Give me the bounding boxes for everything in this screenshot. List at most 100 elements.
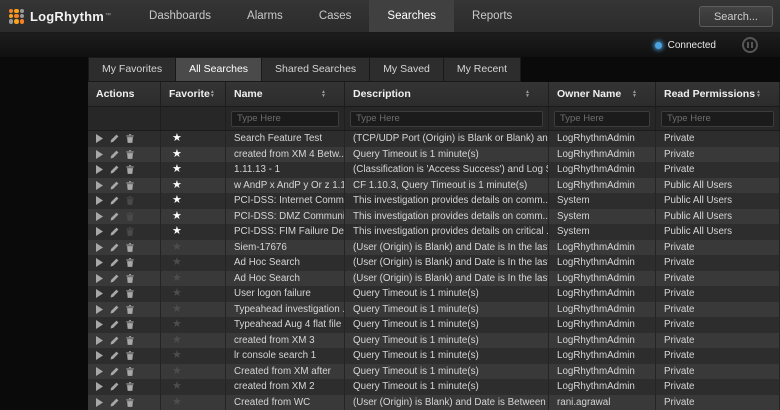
table-row[interactable]: ★ PCI-DSS: Internet Comm... This investi… — [88, 193, 780, 209]
edit-search-icon[interactable] — [110, 351, 119, 360]
favorite-star-icon[interactable]: ★ — [172, 149, 182, 160]
edit-search-icon[interactable] — [110, 289, 119, 298]
nav-item-cases[interactable]: Cases — [301, 0, 370, 32]
favorite-star-icon[interactable]: ★ — [172, 288, 182, 299]
edit-search-icon[interactable] — [110, 367, 119, 376]
run-search-icon[interactable] — [96, 274, 103, 283]
tab-my-saved[interactable]: My Saved — [369, 57, 444, 82]
delete-search-icon[interactable] — [126, 320, 134, 329]
favorite-star-icon[interactable]: ★ — [172, 211, 182, 222]
table-row[interactable]: ★ PCI-DSS: FIM Failure Detail This inves… — [88, 224, 780, 240]
table-row[interactable]: ★ Ad Hoc Search (User (Origin) is Blank)… — [88, 271, 780, 287]
delete-search-icon[interactable] — [126, 398, 134, 407]
edit-search-icon[interactable] — [110, 181, 119, 190]
edit-search-icon[interactable] — [110, 258, 119, 267]
table-row[interactable]: ★ Search Feature Test (TCP/UDP Port (Ori… — [88, 131, 780, 147]
run-search-icon[interactable] — [96, 165, 103, 174]
table-row[interactable]: ★ Siem-17676 (User (Origin) is Blank) an… — [88, 240, 780, 256]
favorite-star-icon[interactable]: ★ — [172, 257, 182, 268]
table-row[interactable]: ★ created from XM 4 Betw... Query Timeou… — [88, 147, 780, 163]
delete-search-icon[interactable] — [126, 289, 134, 298]
tab-my-recent[interactable]: My Recent — [443, 57, 521, 82]
delete-search-icon[interactable] — [126, 196, 134, 205]
run-search-icon[interactable] — [96, 181, 103, 190]
edit-search-icon[interactable] — [110, 305, 119, 314]
filter-input-description[interactable] — [350, 111, 543, 127]
edit-search-icon[interactable] — [110, 196, 119, 205]
table-row[interactable]: ★ created from XM 2 Query Timeout is 1 m… — [88, 379, 780, 395]
nav-item-alarms[interactable]: Alarms — [229, 0, 301, 32]
nav-item-reports[interactable]: Reports — [454, 0, 530, 32]
sort-icon[interactable]: ▲▼ — [525, 90, 530, 99]
nav-item-dashboards[interactable]: Dashboards — [131, 0, 229, 32]
favorite-star-icon[interactable]: ★ — [172, 133, 182, 144]
delete-search-icon[interactable] — [126, 134, 134, 143]
run-search-icon[interactable] — [96, 258, 103, 267]
delete-search-icon[interactable] — [126, 351, 134, 360]
run-search-icon[interactable] — [96, 243, 103, 252]
run-search-icon[interactable] — [96, 367, 103, 376]
favorite-star-icon[interactable]: ★ — [172, 180, 182, 191]
run-search-icon[interactable] — [96, 305, 103, 314]
nav-item-searches[interactable]: Searches — [369, 0, 454, 32]
edit-search-icon[interactable] — [110, 134, 119, 143]
run-search-icon[interactable] — [96, 320, 103, 329]
tab-my-favorites[interactable]: My Favorites — [88, 57, 176, 82]
run-search-icon[interactable] — [96, 351, 103, 360]
favorite-star-icon[interactable]: ★ — [172, 350, 182, 361]
table-row[interactable]: ★ Typeahead investigation ... Query Time… — [88, 302, 780, 318]
table-row[interactable]: ★ Ad Hoc Search (User (Origin) is Blank)… — [88, 255, 780, 271]
favorite-star-icon[interactable]: ★ — [172, 366, 182, 377]
table-row[interactable]: ★ PCI-DSS: DMZ Communic... This investig… — [88, 209, 780, 225]
favorite-star-icon[interactable]: ★ — [172, 335, 182, 346]
column-header-name[interactable]: Name ▲▼ — [226, 82, 345, 106]
favorite-star-icon[interactable]: ★ — [172, 164, 182, 175]
filter-input-owner-name[interactable] — [554, 111, 650, 127]
delete-search-icon[interactable] — [126, 336, 134, 345]
search-button[interactable]: Search... — [699, 6, 773, 27]
edit-search-icon[interactable] — [110, 227, 119, 236]
edit-search-icon[interactable] — [110, 165, 119, 174]
favorite-star-icon[interactable]: ★ — [172, 397, 182, 408]
sort-icon[interactable]: ▲▼ — [321, 90, 326, 99]
edit-search-icon[interactable] — [110, 336, 119, 345]
table-row[interactable]: ★ created from XM 3 Query Timeout is 1 m… — [88, 333, 780, 349]
delete-search-icon[interactable] — [126, 274, 134, 283]
edit-search-icon[interactable] — [110, 398, 119, 407]
filter-input-name[interactable] — [231, 111, 339, 127]
run-search-icon[interactable] — [96, 134, 103, 143]
column-header-description[interactable]: Description ▲▼ — [345, 82, 549, 106]
delete-search-icon[interactable] — [126, 243, 134, 252]
delete-search-icon[interactable] — [126, 150, 134, 159]
edit-search-icon[interactable] — [110, 320, 119, 329]
favorite-star-icon[interactable]: ★ — [172, 304, 182, 315]
delete-search-icon[interactable] — [126, 258, 134, 267]
sort-icon[interactable]: ▲▼ — [756, 90, 761, 99]
delete-search-icon[interactable] — [126, 382, 134, 391]
filter-input-read-permissions[interactable] — [661, 111, 774, 127]
run-search-icon[interactable] — [96, 227, 103, 236]
favorite-star-icon[interactable]: ★ — [172, 242, 182, 253]
delete-search-icon[interactable] — [126, 367, 134, 376]
run-search-icon[interactable] — [96, 212, 103, 221]
column-header-read-permissions[interactable]: Read Permissions ▲▼ — [656, 82, 780, 106]
run-search-icon[interactable] — [96, 336, 103, 345]
delete-search-icon[interactable] — [126, 165, 134, 174]
favorite-star-icon[interactable]: ★ — [172, 381, 182, 392]
run-search-icon[interactable] — [96, 398, 103, 407]
column-header-favorite[interactable]: Favorite ▲▼ — [161, 82, 226, 106]
tab-shared-searches[interactable]: Shared Searches — [261, 57, 370, 82]
run-search-icon[interactable] — [96, 196, 103, 205]
run-search-icon[interactable] — [96, 382, 103, 391]
edit-search-icon[interactable] — [110, 243, 119, 252]
table-row[interactable]: ★ 1.11.13 - 1 (Classification is 'Access… — [88, 162, 780, 178]
favorite-star-icon[interactable]: ★ — [172, 195, 182, 206]
delete-search-icon[interactable] — [126, 227, 134, 236]
pause-live-updates-button[interactable] — [742, 37, 758, 53]
delete-search-icon[interactable] — [126, 212, 134, 221]
table-row[interactable]: ★ Created from XM after Query Timeout is… — [88, 364, 780, 380]
edit-search-icon[interactable] — [110, 382, 119, 391]
favorite-star-icon[interactable]: ★ — [172, 273, 182, 284]
edit-search-icon[interactable] — [110, 150, 119, 159]
edit-search-icon[interactable] — [110, 212, 119, 221]
